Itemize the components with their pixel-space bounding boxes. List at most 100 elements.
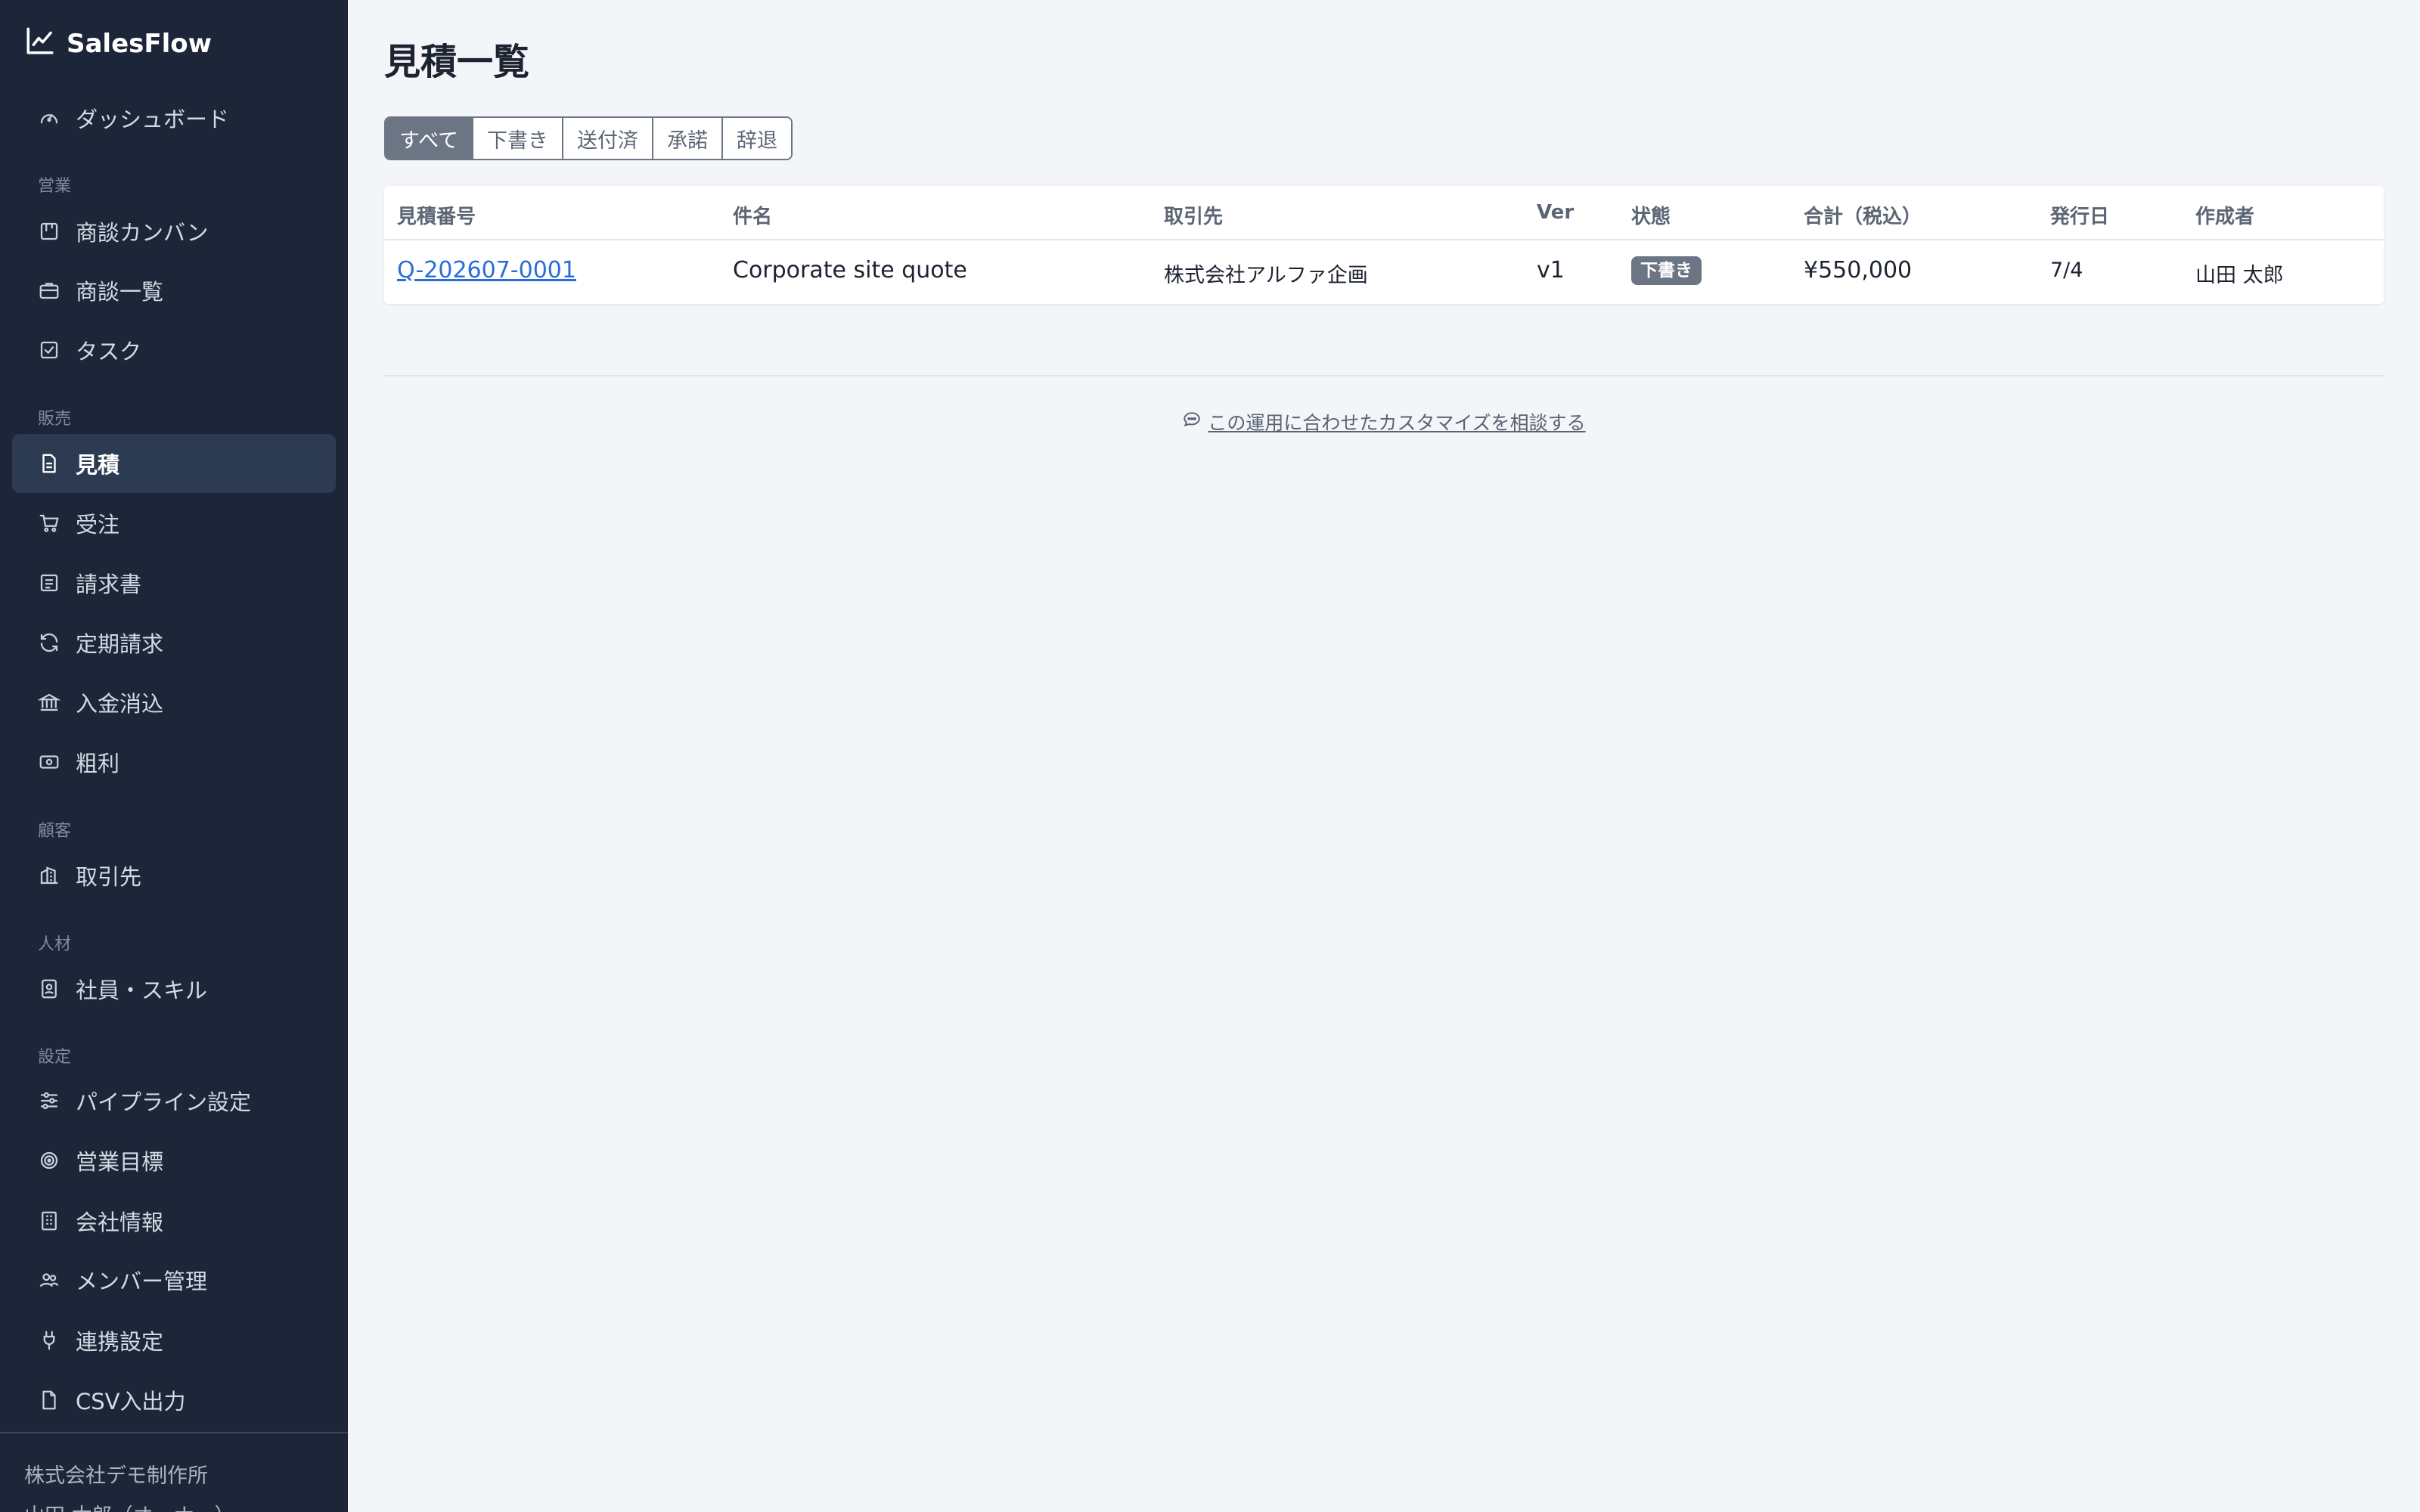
section-label-sales-ops: 販売 xyxy=(38,410,72,429)
sidebar-item-member-management[interactable]: メンバー管理 xyxy=(12,1250,336,1309)
cart-icon xyxy=(38,512,60,534)
chat-bubble-icon xyxy=(1182,410,1202,434)
buildings-icon xyxy=(38,864,60,887)
invoice-icon xyxy=(38,572,60,594)
sidebar-item-label: 商談カンバン xyxy=(76,220,209,246)
column-header-version[interactable]: Ver xyxy=(1537,201,1574,224)
sidebar-item-label: 受注 xyxy=(76,512,120,538)
section-label-people: 人材 xyxy=(38,935,72,954)
sidebar-item-label: CSV入出力 xyxy=(76,1389,186,1414)
section-label-settings: 設定 xyxy=(38,1048,72,1067)
sidebar-footer: 株式会社デモ制作所 山田 太郎（オーナー） xyxy=(0,1432,348,1512)
sidebar-item-label: メンバー管理 xyxy=(76,1269,208,1294)
refresh-icon xyxy=(38,631,60,654)
table-row[interactable]: Q-202607-0001 Corporate site quote 株式会社ア… xyxy=(384,240,2384,304)
bank-icon xyxy=(38,691,60,714)
author-cell: 山田 太郎 xyxy=(2195,264,2284,287)
section-label-sales: 営業 xyxy=(38,177,72,196)
sidebar: SalesFlow ダッシュボード 営業 商談カンバン 商談一覧 タスク 販売 … xyxy=(0,0,348,1512)
sidebar-item-company-info[interactable]: 会社情報 xyxy=(12,1191,336,1250)
sidebar-item-label: ダッシュボード xyxy=(76,107,230,132)
status-cell: 下書き xyxy=(1631,256,1702,285)
status-badge: 下書き xyxy=(1631,256,1702,285)
id-badge-icon xyxy=(38,978,60,1000)
filter-declined[interactable]: 辞退 xyxy=(723,118,792,159)
sidebar-item-clients[interactable]: 取引先 xyxy=(12,846,336,905)
sidebar-item-gross-profit[interactable]: 粗利 xyxy=(12,733,336,792)
sidebar-item-deal-kanban[interactable]: 商談カンバン xyxy=(12,202,336,261)
speedometer-icon xyxy=(38,107,60,129)
sliders-icon xyxy=(38,1089,60,1112)
sidebar-item-label: 社員・スキル xyxy=(76,978,208,1003)
sidebar-item-label: 見積 xyxy=(76,452,120,478)
briefcase-icon xyxy=(38,279,60,302)
brand-logo[interactable]: SalesFlow xyxy=(24,26,212,62)
main-content: 見積一覧 すべて 下書き 送付済 承諾 辞退 見積番号 件名 取引先 Ver 状… xyxy=(348,0,2420,1512)
page-title: 見積一覧 xyxy=(384,41,530,83)
app-root: SalesFlow ダッシュボード 営業 商談カンバン 商談一覧 タスク 販売 … xyxy=(0,0,2420,1512)
target-icon xyxy=(38,1149,60,1172)
column-header-author[interactable]: 作成者 xyxy=(2195,201,2254,229)
table-header: 見積番号 件名 取引先 Ver 状態 合計（税込） 発行日 作成者 xyxy=(384,186,2384,240)
status-filter-group: すべて 下書き 送付済 承諾 辞退 xyxy=(384,116,793,160)
column-header-status[interactable]: 状態 xyxy=(1631,201,1671,229)
sidebar-item-quotes[interactable]: 見積 xyxy=(12,434,336,493)
sidebar-item-employees-skills[interactable]: 社員・スキル xyxy=(12,959,336,1018)
subject-cell: Corporate site quote xyxy=(733,257,967,284)
cash-icon xyxy=(38,751,60,773)
document-icon xyxy=(38,452,60,475)
sidebar-item-deal-list[interactable]: 商談一覧 xyxy=(12,261,336,320)
brand-name: SalesFlow xyxy=(67,29,213,59)
sidebar-item-payment-matching[interactable]: 入金消込 xyxy=(12,673,336,732)
total-cell: ¥550,000 xyxy=(1804,257,1913,284)
column-header-issue-date[interactable]: 発行日 xyxy=(2050,201,2109,229)
sidebar-item-label: 取引先 xyxy=(76,864,142,890)
sidebar-item-label: 営業目標 xyxy=(76,1149,164,1175)
divider xyxy=(384,375,2384,376)
trending-up-icon xyxy=(24,25,56,64)
sidebar-item-pipeline-settings[interactable]: パイプライン設定 xyxy=(12,1071,336,1130)
users-icon xyxy=(38,1269,60,1291)
sidebar-item-orders[interactable]: 受注 xyxy=(12,494,336,553)
sidebar-item-label: 会社情報 xyxy=(76,1210,164,1235)
sidebar-item-label: タスク xyxy=(76,339,142,364)
client-cell: 株式会社アルファ企画 xyxy=(1164,264,1368,287)
sidebar-item-label: 入金消込 xyxy=(76,691,164,717)
column-header-subject[interactable]: 件名 xyxy=(733,201,772,229)
current-user[interactable]: 山田 太郎（オーナー） xyxy=(24,1499,348,1512)
sidebar-item-sales-targets[interactable]: 営業目標 xyxy=(12,1131,336,1190)
filter-sent[interactable]: 送付済 xyxy=(563,118,654,159)
building-icon xyxy=(38,1210,60,1232)
column-header-total[interactable]: 合計（税込） xyxy=(1804,201,1922,229)
column-header-quote-number[interactable]: 見積番号 xyxy=(397,201,476,229)
section-label-customers: 顧客 xyxy=(38,822,72,841)
company-name: 株式会社デモ制作所 xyxy=(24,1464,208,1488)
kanban-icon xyxy=(38,220,60,243)
sidebar-item-dashboard[interactable]: ダッシュボード xyxy=(12,88,336,147)
filter-all[interactable]: すべて xyxy=(386,118,474,159)
consult-section: この運用に合わせたカスタマイズを相談する xyxy=(384,408,2384,435)
sidebar-item-label: 請求書 xyxy=(76,572,142,597)
sidebar-item-recurring-billing[interactable]: 定期請求 xyxy=(12,613,336,672)
quote-number-cell: Q-202607-0001 xyxy=(397,257,576,284)
sidebar-item-integrations[interactable]: 連携設定 xyxy=(12,1311,336,1370)
filter-draft[interactable]: 下書き xyxy=(473,118,564,159)
sidebar-item-invoices[interactable]: 請求書 xyxy=(12,553,336,612)
filter-accepted[interactable]: 承諾 xyxy=(653,118,724,159)
quote-number-link[interactable]: Q-202607-0001 xyxy=(397,257,576,284)
check-square-icon xyxy=(38,339,60,361)
quotes-table: 見積番号 件名 取引先 Ver 状態 合計（税込） 発行日 作成者 Q-2026… xyxy=(384,186,2384,304)
sidebar-item-label: 商談一覧 xyxy=(76,279,164,305)
consult-customization-link[interactable]: この運用に合わせたカスタマイズを相談する xyxy=(1182,408,1586,435)
sidebar-item-label: 定期請求 xyxy=(76,631,164,657)
consult-link-label: この運用に合わせたカスタマイズを相談する xyxy=(1208,412,1586,434)
sidebar-item-label: 粗利 xyxy=(76,751,120,776)
sidebar-item-label: パイプライン設定 xyxy=(76,1089,252,1115)
sidebar-item-tasks[interactable]: タスク xyxy=(12,321,336,380)
sidebar-item-label: 連携設定 xyxy=(76,1329,164,1355)
column-header-client[interactable]: 取引先 xyxy=(1164,201,1223,229)
issue-date-cell: 7/4 xyxy=(2050,259,2083,282)
plug-icon xyxy=(38,1329,60,1352)
sidebar-item-csv-import-export[interactable]: CSV入出力 xyxy=(12,1371,336,1430)
version-cell: v1 xyxy=(1537,257,1565,284)
